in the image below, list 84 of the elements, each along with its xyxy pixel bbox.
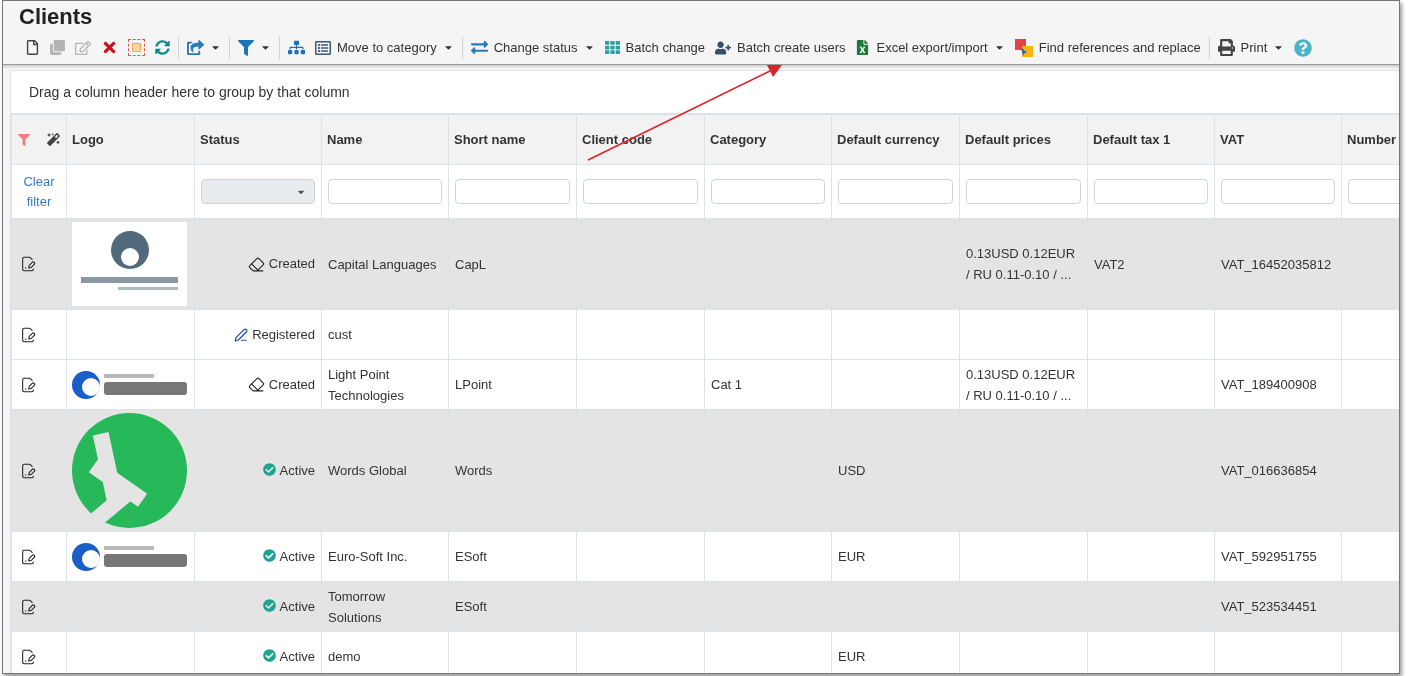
toolbar-button[interactable]: Batch change (599, 34, 711, 61)
edit-icon (75, 39, 91, 56)
edit-icon[interactable] (20, 598, 36, 615)
status-label: Active (279, 547, 315, 566)
column-header[interactable]: Logo (72, 131, 104, 147)
toolbar-button[interactable]: Excel export/import (850, 34, 1010, 61)
toolbar-button[interactable]: Change status (465, 34, 600, 61)
table-cell: VAT_592951755 (1221, 549, 1317, 564)
eraser-icon (247, 376, 265, 393)
list-arrow-icon (315, 39, 331, 56)
edit-icon[interactable] (20, 548, 36, 565)
eraser-icon (247, 255, 265, 273)
table-cell: Light Point Technologies (328, 366, 404, 403)
help-icon (1294, 38, 1313, 57)
table-cell: VAT_16452035812 (1221, 256, 1332, 272)
table-cell: VAT_016636854 (1221, 463, 1317, 478)
table-cell: Capital Languages (328, 256, 437, 272)
table-cell: USD (838, 463, 866, 478)
toolbar-button[interactable]: Batch create users (710, 34, 851, 61)
status-label: Registered (252, 325, 315, 344)
filter-field[interactable] (328, 179, 442, 204)
column-header[interactable]: Name (327, 131, 363, 147)
toolbar-button[interactable]: Print (1212, 34, 1290, 61)
export-icon (187, 39, 204, 56)
column-header[interactable]: VAT (1220, 131, 1245, 147)
table-cell: VAT2 (1094, 256, 1125, 272)
magic-wand-icon[interactable] (47, 133, 60, 146)
printer-icon (1217, 39, 1235, 56)
status-label: Active (279, 647, 315, 666)
user-plus-icon (715, 39, 732, 56)
toolbar-button[interactable]: Move to category (310, 34, 459, 61)
table-cell: CapL (455, 256, 487, 272)
swap-arrows-icon (470, 39, 488, 56)
table-cell: 0.13USD 0.12EUR / RU 0.11-0.10 / ... (966, 246, 1076, 282)
delete-icon (101, 39, 118, 56)
pen-icon (234, 327, 249, 342)
filter-field[interactable] (711, 179, 825, 204)
table-cell: ESoft (455, 549, 487, 564)
status-label: Created (268, 375, 315, 394)
select-icon (128, 39, 145, 56)
refresh-icon (155, 40, 170, 55)
filter-field[interactable] (1094, 179, 1208, 204)
window-title: Clients (19, 2, 93, 31)
new-file-icon (25, 40, 40, 55)
table-cell: Tomorrow Solutions (328, 588, 386, 625)
filter-field[interactable] (583, 179, 698, 204)
column-header[interactable]: Short name (454, 131, 526, 147)
table-cell: 0.13USD 0.12EUR / RU 0.11-0.10 / ... (966, 366, 1076, 403)
edit-icon[interactable] (20, 462, 36, 479)
status-label: Active (279, 461, 315, 480)
filter-field[interactable] (966, 179, 1081, 204)
edit-icon[interactable] (20, 326, 36, 343)
table-cell: demo (328, 649, 361, 664)
spreadsheet-icon (855, 40, 871, 55)
filter-field[interactable] (838, 179, 953, 204)
filter-icon[interactable] (18, 133, 30, 146)
filter-field[interactable] (455, 179, 570, 204)
toolbar-button[interactable]: Find references and replace (1009, 34, 1206, 61)
table-cell: Words (455, 463, 493, 478)
column-header[interactable]: Default tax 1 (1093, 131, 1171, 147)
group-panel-hint: Drag a column header here to group by that column (29, 82, 350, 102)
status-label: Created (268, 255, 315, 274)
column-header[interactable]: Status (200, 131, 240, 147)
table-cell: Euro-Soft Inc. (328, 549, 408, 564)
table-cell: EUR (838, 649, 866, 664)
table-cell: LPoint (455, 377, 492, 392)
hierarchy-icon (288, 39, 305, 56)
status-label: Active (279, 597, 315, 616)
table-cell: EUR (838, 549, 866, 564)
filter-icon (238, 39, 254, 56)
grid-pencil-icon (604, 40, 620, 55)
copy-icon (50, 40, 65, 55)
overlapping-squares-icon (1014, 38, 1033, 57)
table-cell: Cat 1 (711, 377, 743, 392)
filter-field[interactable] (1221, 179, 1335, 204)
table-cell: ESoft (455, 599, 487, 614)
column-header[interactable]: Category (710, 131, 767, 147)
table-cell: cust (328, 327, 352, 342)
table-cell: VAT_189400908 (1221, 377, 1317, 392)
edit-icon[interactable] (20, 376, 36, 393)
table-cell: Words Global (328, 463, 407, 478)
edit-icon[interactable] (20, 256, 36, 272)
table-cell: VAT_523534451 (1221, 599, 1317, 614)
edit-icon[interactable] (20, 648, 36, 665)
